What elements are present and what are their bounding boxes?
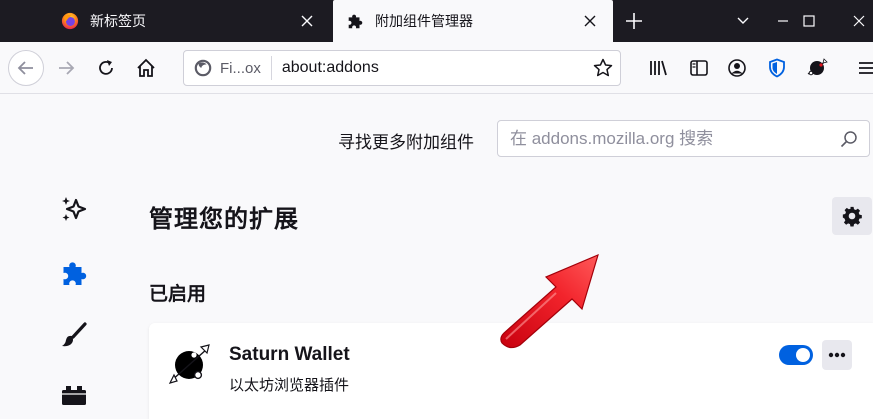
library-button[interactable] xyxy=(643,52,675,84)
saturn-wallet-toolbar-button[interactable] xyxy=(801,52,833,84)
close-icon[interactable] xyxy=(296,10,318,32)
firefox-logo-icon xyxy=(194,59,212,77)
chevron-down-icon xyxy=(737,17,749,24)
maximize-button[interactable] xyxy=(786,0,832,42)
account-button[interactable] xyxy=(721,52,753,84)
tab-title: 附加组件管理器 xyxy=(375,13,473,29)
tab-strip: 新标签页 附加组件管理器 xyxy=(0,0,873,42)
extension-name: Saturn Wallet xyxy=(229,344,350,365)
category-themes[interactable] xyxy=(56,317,92,353)
addons-search-input[interactable] xyxy=(510,128,839,149)
forward-button[interactable] xyxy=(50,52,82,84)
find-more-addons-label: 寻找更多附加组件 xyxy=(338,133,474,152)
reload-icon xyxy=(99,60,113,75)
home-icon xyxy=(137,58,155,77)
close-icon xyxy=(853,15,865,27)
shield-icon xyxy=(769,58,785,78)
tab-new-tab[interactable]: 新标签页 xyxy=(48,0,330,42)
saturn-logo-icon xyxy=(168,344,210,384)
sidebar-button[interactable] xyxy=(683,52,715,84)
back-button[interactable] xyxy=(8,50,44,86)
app-menu-button[interactable] xyxy=(849,52,873,84)
firefox-logo-icon xyxy=(60,11,80,31)
window-close-button[interactable] xyxy=(836,0,873,42)
puzzle-extensions-icon xyxy=(63,262,87,285)
library-icon xyxy=(650,60,667,76)
identity-box[interactable]: Fi...ox xyxy=(186,56,272,80)
tab-addons-manager[interactable]: 附加组件管理器 xyxy=(333,0,613,42)
addons-page: 寻找更多附加组件 管理您的扩展 xyxy=(0,95,873,419)
page-title: 管理您的扩展 xyxy=(149,206,299,233)
category-plugins[interactable] xyxy=(56,377,92,413)
new-tab-button[interactable] xyxy=(621,8,647,34)
more-options-icon xyxy=(828,352,846,358)
home-button[interactable] xyxy=(130,52,162,84)
addons-tools-button[interactable] xyxy=(832,197,872,235)
arrow-right-icon xyxy=(59,61,75,75)
puzzle-piece-icon xyxy=(345,11,365,31)
reload-button[interactable] xyxy=(90,52,122,84)
arrow-left-icon xyxy=(17,61,33,75)
navigation-toolbar: Fi...ox about:addons xyxy=(0,42,873,94)
brush-themes-icon xyxy=(62,322,87,347)
extension-description: 以太坊浏览器插件 xyxy=(229,377,350,394)
addons-search-box[interactable] xyxy=(497,120,870,157)
maximize-icon xyxy=(803,15,815,27)
category-recommendations[interactable] xyxy=(56,191,92,227)
bookmark-star-icon[interactable] xyxy=(592,57,614,79)
extension-enable-toggle[interactable] xyxy=(779,345,813,365)
sparkle-recommendations-icon xyxy=(62,197,87,221)
url-input[interactable]: about:addons xyxy=(282,59,592,77)
annotation-arrow-icon xyxy=(500,253,599,349)
toggle-knob xyxy=(796,348,810,362)
hamburger-menu-icon xyxy=(859,62,873,74)
identity-label: Fi...ox xyxy=(220,59,261,77)
account-icon xyxy=(728,59,746,77)
sidebar-icon xyxy=(690,60,708,76)
plus-icon xyxy=(626,13,642,29)
section-enabled-heading: 已启用 xyxy=(149,284,207,305)
tracking-protection-button[interactable] xyxy=(761,52,793,84)
search-icon xyxy=(840,130,857,147)
category-extensions[interactable] xyxy=(56,255,92,291)
extension-more-options-button[interactable] xyxy=(822,340,852,370)
gear-icon xyxy=(842,206,862,227)
close-icon[interactable] xyxy=(579,10,601,32)
plugin-block-icon xyxy=(62,386,86,405)
tab-title: 新标签页 xyxy=(90,13,146,29)
address-bar[interactable]: Fi...ox about:addons xyxy=(183,50,621,86)
saturn-logo-icon xyxy=(807,58,828,76)
